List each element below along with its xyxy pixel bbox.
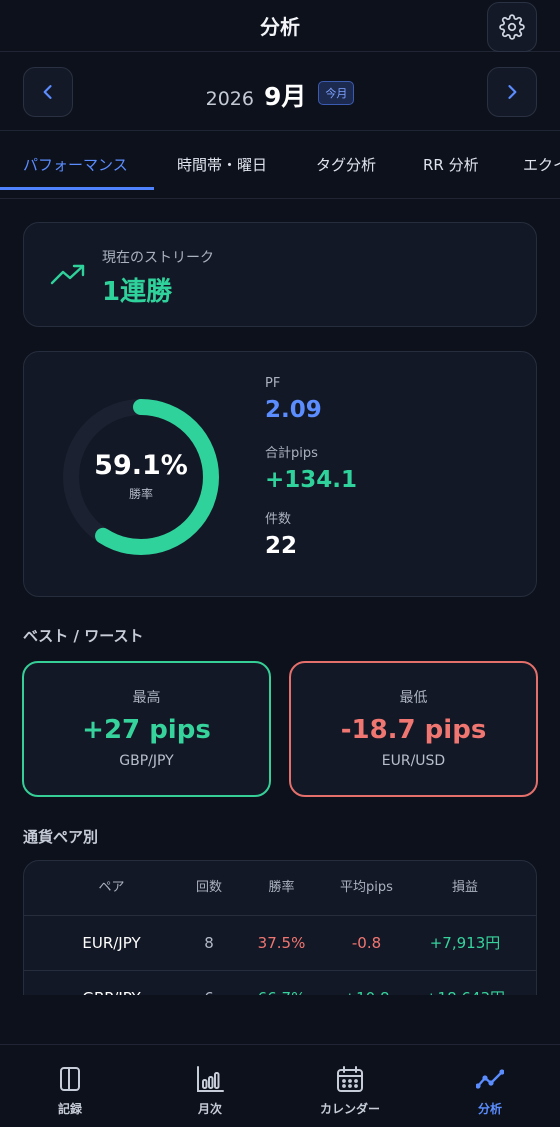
- calendar-icon: [337, 1066, 363, 1092]
- best-label: 最高: [132, 690, 161, 706]
- header-pair: ペア: [98, 880, 125, 895]
- win-rate-cell: 37.5%: [257, 934, 306, 952]
- header-win-rate: 勝率: [268, 880, 295, 895]
- table-row[interactable]: EUR/JPY 8 37.5% -0.8 +7,913円: [24, 916, 536, 971]
- win-rate-center: 59.1% 勝率: [60, 450, 222, 502]
- table-header-row: ペア 回数 勝率 平均pips 損益: [24, 861, 536, 916]
- total-pips-label: 合計pips: [265, 446, 318, 461]
- settings-button[interactable]: [487, 2, 537, 52]
- best-value: +27 pips: [82, 715, 211, 745]
- streak-label: 現在のストリーク: [102, 250, 214, 266]
- analytics-line-icon: [476, 1069, 504, 1089]
- best-pair: GBP/JPY: [119, 753, 174, 769]
- month-navigator: 2026 9月 今月: [0, 53, 560, 131]
- tab-tag-analysis[interactable]: タグ分析: [316, 132, 376, 198]
- journal-icon: [60, 1067, 80, 1091]
- streak-card: 現在のストリーク 1連勝: [23, 222, 537, 327]
- trade-count-stat: 件数 22: [265, 508, 297, 559]
- count-cell: 8: [204, 934, 214, 952]
- avg-pips-cell: -0.8: [351, 934, 382, 952]
- page-title: 分析: [260, 15, 300, 39]
- performance-card: 59.1% 勝率 PF 2.09 合計pips +134.1 件数 22: [23, 351, 537, 597]
- nav-calendar-label: カレンダー: [319, 1102, 380, 1116]
- win-rate-value: 59.1%: [94, 450, 188, 481]
- bar-chart-icon: [197, 1066, 224, 1092]
- pf-value: 2.09: [265, 397, 322, 423]
- month-label: 9月: [263, 82, 307, 111]
- best-worst-title: ベスト / ワースト: [23, 627, 144, 645]
- best-trade-card: 最高 +27 pips GBP/JPY: [22, 661, 271, 797]
- active-tab-indicator: [0, 187, 154, 190]
- scroll-clip: [0, 995, 560, 1045]
- nav-analysis-label: 分析: [477, 1102, 502, 1116]
- nav-monthly[interactable]: 月次: [140, 1045, 280, 1127]
- chevron-right-icon: [508, 85, 517, 99]
- nav-record[interactable]: 記録: [0, 1045, 140, 1127]
- trade-count-value: 22: [265, 533, 298, 559]
- app-header: 分析: [0, 0, 560, 52]
- nav-calendar[interactable]: カレンダー: [280, 1045, 420, 1127]
- tab-equity[interactable]: エクイ: [523, 132, 560, 198]
- tab-rr-analysis[interactable]: RR 分析: [423, 132, 479, 198]
- pf-stat: PF 2.09: [265, 376, 322, 423]
- win-rate-label: 勝率: [128, 487, 153, 501]
- pnl-cell: +7,913円: [429, 934, 501, 952]
- header-pnl: 損益: [451, 880, 478, 895]
- total-pips-stat: 合計pips +134.1: [265, 442, 357, 493]
- this-month-badge[interactable]: 今月: [318, 81, 355, 105]
- bottom-nav: 記録 月次 カレンダー 分析: [0, 1044, 560, 1127]
- nav-record-label: 記録: [57, 1102, 82, 1116]
- header-count: 回数: [195, 880, 222, 895]
- nav-analysis[interactable]: 分析: [420, 1045, 560, 1127]
- worst-pair: EUR/USD: [381, 753, 446, 769]
- trending-up-icon: [50, 264, 85, 285]
- header-avg-pips: 平均pips: [340, 880, 393, 895]
- year-label: 2026: [205, 88, 254, 110]
- worst-value: -18.7 pips: [340, 715, 487, 745]
- trade-count-label: 件数: [265, 512, 292, 527]
- current-month: 2026 9月 今月: [0, 77, 560, 111]
- pair-cell: EUR/JPY: [82, 934, 141, 952]
- total-pips-value: +134.1: [265, 467, 358, 493]
- tab-time-weekday[interactable]: 時間帯・曜日: [177, 132, 267, 198]
- nav-monthly-label: 月次: [197, 1102, 222, 1116]
- pair-table-title: 通貨ペア別: [23, 828, 99, 846]
- gear-icon: [499, 14, 525, 40]
- pf-label: PF: [265, 376, 281, 391]
- worst-trade-card: 最低 -18.7 pips EUR/USD: [289, 661, 538, 797]
- worst-label: 最低: [399, 690, 428, 706]
- next-month-button[interactable]: [487, 67, 537, 117]
- streak-value: 1連勝: [102, 277, 173, 307]
